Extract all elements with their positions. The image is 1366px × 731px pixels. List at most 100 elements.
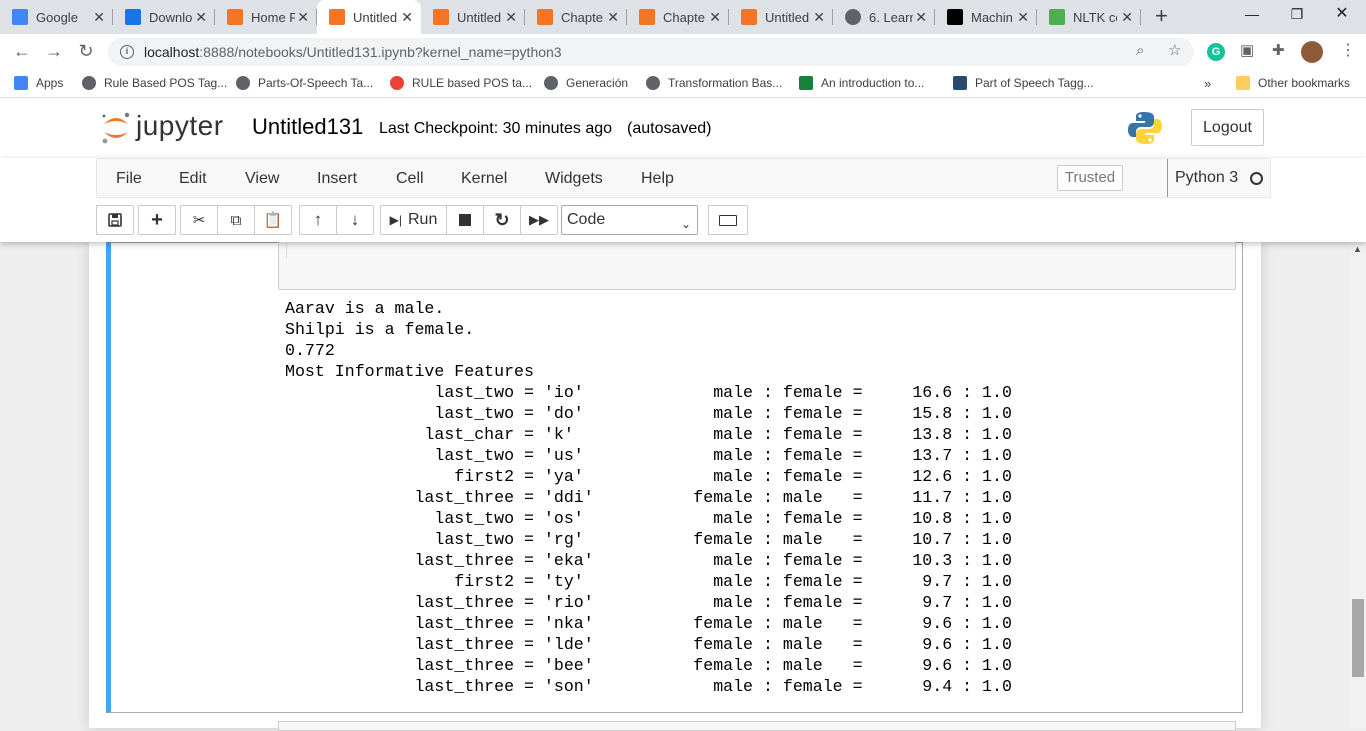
menu-edit[interactable]: Edit bbox=[179, 170, 207, 188]
fast-forward-icon: ▶▶ bbox=[529, 212, 549, 227]
command-palette-button[interactable] bbox=[708, 205, 748, 235]
close-tab-icon[interactable]: ✕ bbox=[813, 9, 825, 25]
menu-cell[interactable]: Cell bbox=[396, 170, 424, 188]
stop-icon bbox=[459, 214, 471, 226]
feature-row: last_two = 'do' male : female = 15.8 : 1… bbox=[285, 404, 1012, 423]
new-tab-button[interactable]: + bbox=[1155, 5, 1168, 27]
bookmark-5[interactable]: Transformation Bas... bbox=[646, 76, 782, 90]
close-tab-icon[interactable]: ✕ bbox=[915, 9, 927, 25]
edit-group: ✂ ⧉ 📋 bbox=[180, 205, 292, 235]
bookmark-2[interactable]: Parts-Of-Speech Ta... bbox=[236, 76, 373, 90]
tab-6[interactable]: Chapte ✕ bbox=[627, 0, 729, 34]
run-button[interactable]: ▶︎| Run bbox=[380, 205, 447, 235]
tab-title: NLTK co bbox=[1073, 9, 1117, 25]
tab-8[interactable]: 6. Learn ✕ bbox=[833, 0, 935, 34]
feature-row: last_three = 'son' male : female = 9.4 :… bbox=[285, 677, 1012, 696]
close-tab-icon[interactable]: ✕ bbox=[401, 9, 413, 25]
forward-button[interactable]: → bbox=[44, 42, 64, 60]
tab-9[interactable]: Machin ✕ bbox=[935, 0, 1037, 34]
navigation-bar: ← → ↻ i localhost:8888/notebooks/Untitle… bbox=[0, 34, 1366, 70]
address-bar[interactable]: i localhost:8888/notebooks/Untitled131.i… bbox=[108, 38, 1194, 66]
cell-input-area[interactable] bbox=[278, 242, 1236, 290]
menu-file[interactable]: File bbox=[116, 170, 142, 188]
url-host: localhost bbox=[144, 44, 200, 60]
menu-insert[interactable]: Insert bbox=[317, 170, 357, 188]
move-down-button[interactable]: ↓ bbox=[336, 205, 374, 235]
restart-button[interactable]: ↻ bbox=[483, 205, 521, 235]
run-group: ▶︎| Run ↻ ▶▶ bbox=[380, 205, 558, 235]
copy-button[interactable]: ⧉ bbox=[217, 205, 255, 235]
jupyter-wordmark[interactable]: jupyter bbox=[136, 110, 224, 142]
close-window-button[interactable]: ✕ bbox=[1328, 4, 1356, 24]
scrollbar-thumb[interactable] bbox=[1352, 599, 1364, 677]
google-docs-icon bbox=[12, 9, 28, 25]
tab-5[interactable]: Chapte ✕ bbox=[525, 0, 627, 34]
tab-2[interactable]: Home P ✕ bbox=[215, 0, 317, 34]
url-text: localhost:8888/notebooks/Untitled131.ipy… bbox=[144, 44, 562, 60]
cell-type-select[interactable]: Code ⌄ bbox=[561, 205, 698, 235]
zoom-search-icon[interactable]: ⌕ bbox=[1136, 43, 1144, 59]
cut-button[interactable]: ✂ bbox=[180, 205, 218, 235]
interrupt-button[interactable] bbox=[446, 205, 484, 235]
globe-icon bbox=[544, 76, 558, 90]
save-button[interactable] bbox=[96, 205, 134, 235]
restart-run-all-button[interactable]: ▶▶ bbox=[520, 205, 558, 235]
output-line: Shilpi is a female. bbox=[285, 320, 475, 339]
feature-row: last_two = 'io' male : female = 16.6 : 1… bbox=[285, 383, 1012, 402]
next-cell-input[interactable] bbox=[278, 721, 1236, 731]
close-tab-icon[interactable]: ✕ bbox=[1121, 9, 1133, 25]
close-tab-icon[interactable]: ✕ bbox=[297, 9, 309, 25]
tab-4[interactable]: Untitled ✕ bbox=[421, 0, 525, 34]
extensions-puzzle-icon[interactable]: ✚ bbox=[1272, 43, 1285, 59]
trusted-indicator[interactable]: Trusted bbox=[1057, 165, 1123, 191]
bookmark-6[interactable]: An introduction to... bbox=[799, 76, 924, 90]
menu-kernel[interactable]: Kernel bbox=[461, 170, 507, 188]
menu-help[interactable]: Help bbox=[641, 170, 674, 188]
bookmark-1[interactable]: Rule Based POS Tag... bbox=[82, 76, 227, 90]
minimize-button[interactable]: — bbox=[1238, 4, 1266, 24]
scroll-up-arrow-icon[interactable]: ▲ bbox=[1353, 244, 1362, 254]
bookmark-3[interactable]: RULE based POS ta... bbox=[390, 76, 532, 90]
paste-button[interactable]: 📋 bbox=[254, 205, 292, 235]
tab-0[interactable]: Google ✕ bbox=[0, 0, 113, 34]
grammarly-extension-icon[interactable]: G bbox=[1207, 43, 1225, 61]
folder-icon bbox=[1236, 76, 1250, 90]
doc-icon bbox=[953, 76, 967, 90]
close-tab-icon[interactable]: ✕ bbox=[709, 9, 721, 25]
notebook-name[interactable]: Untitled131 bbox=[252, 114, 363, 140]
extension-badge-icon[interactable]: ▣ bbox=[1240, 43, 1254, 59]
bookmark-label: RULE based POS ta... bbox=[412, 76, 533, 90]
browser-menu-icon[interactable]: ⋮ bbox=[1340, 43, 1356, 59]
tab-title: Chapte bbox=[663, 9, 705, 25]
site-info-icon[interactable]: i bbox=[120, 45, 134, 59]
globe-icon bbox=[236, 76, 250, 90]
tab-3[interactable]: Untitled ✕ bbox=[317, 0, 421, 34]
tab-10[interactable]: NLTK co✕ bbox=[1037, 0, 1141, 34]
restore-button[interactable]: ❐ bbox=[1283, 4, 1311, 24]
bookmark-star-icon[interactable]: ☆ bbox=[1168, 43, 1181, 59]
other-bookmarks-folder[interactable]: Other bookmarks bbox=[1236, 76, 1350, 90]
close-tab-icon[interactable]: ✕ bbox=[505, 9, 517, 25]
jupyter-logo-icon[interactable] bbox=[100, 110, 132, 146]
menu-widgets[interactable]: Widgets bbox=[545, 170, 603, 188]
close-tab-icon[interactable]: ✕ bbox=[1017, 9, 1029, 25]
bookmark-7[interactable]: Part of Speech Tagg... bbox=[953, 76, 1094, 90]
more-bookmarks-button[interactable]: » bbox=[1204, 76, 1211, 91]
close-tab-icon[interactable]: ✕ bbox=[93, 9, 105, 25]
reload-button[interactable]: ↻ bbox=[76, 42, 96, 60]
insert-cell-button[interactable]: + bbox=[138, 205, 176, 235]
profile-avatar[interactable] bbox=[1301, 41, 1323, 63]
close-tab-icon[interactable]: ✕ bbox=[607, 9, 619, 25]
kernel-name[interactable]: Python 3 bbox=[1167, 159, 1238, 197]
back-button[interactable]: ← bbox=[12, 42, 32, 60]
bookmark-4[interactable]: Generación bbox=[544, 76, 628, 90]
logout-button[interactable]: Logout bbox=[1191, 109, 1264, 146]
tab-1[interactable]: Downlo ✕ bbox=[113, 0, 215, 34]
tab-title: Untitled bbox=[457, 9, 501, 25]
menu-view[interactable]: View bbox=[245, 170, 279, 188]
bookmark-0[interactable]: Apps bbox=[14, 76, 63, 90]
move-up-button[interactable]: ↑ bbox=[299, 205, 337, 235]
autosave-status: (autosaved) bbox=[627, 120, 712, 137]
tab-7[interactable]: Untitled ✕ bbox=[729, 0, 833, 34]
close-tab-icon[interactable]: ✕ bbox=[195, 9, 207, 25]
